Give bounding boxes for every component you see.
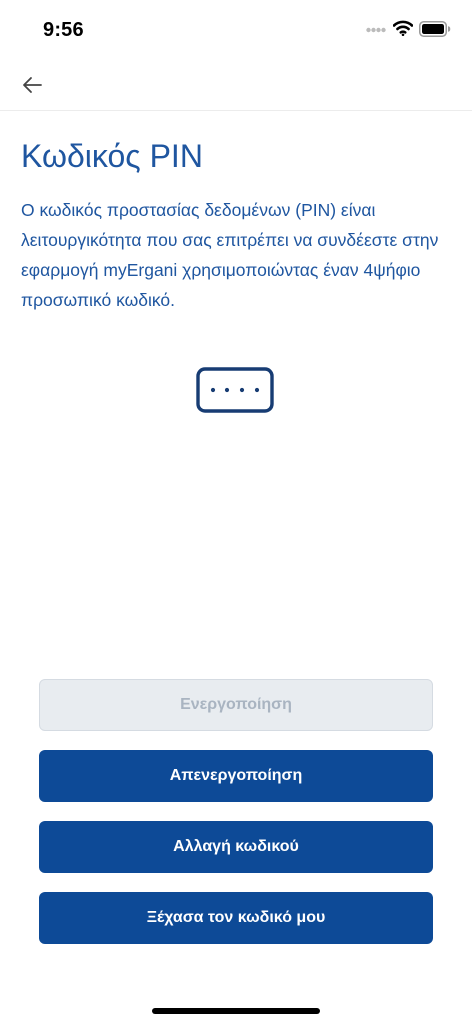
deactivate-button[interactable]: Απενεργοποίηση [39,750,433,802]
battery-icon [419,21,451,37]
page-title: Κωδικός PIN [21,138,203,174]
pin-description: Ο κωδικός προστασίας δεδομένων (PIN) είν… [21,200,439,310]
status-time: 9:56 [43,19,84,41]
forgot-code-button[interactable]: Ξέχασα τον κωδικό μου [39,892,433,944]
activate-button[interactable]: Ενεργοποίηση [39,679,433,731]
cellular-signal-icon [366,27,386,33]
home-indicator [152,1008,320,1014]
pin-dots-icon [196,367,274,413]
wifi-icon [393,20,413,36]
navigation-bar [0,60,472,111]
change-code-button[interactable]: Αλλαγή κωδικού [39,821,433,873]
status-bar: 9:56 [0,0,472,60]
back-arrow-icon[interactable] [18,72,48,98]
